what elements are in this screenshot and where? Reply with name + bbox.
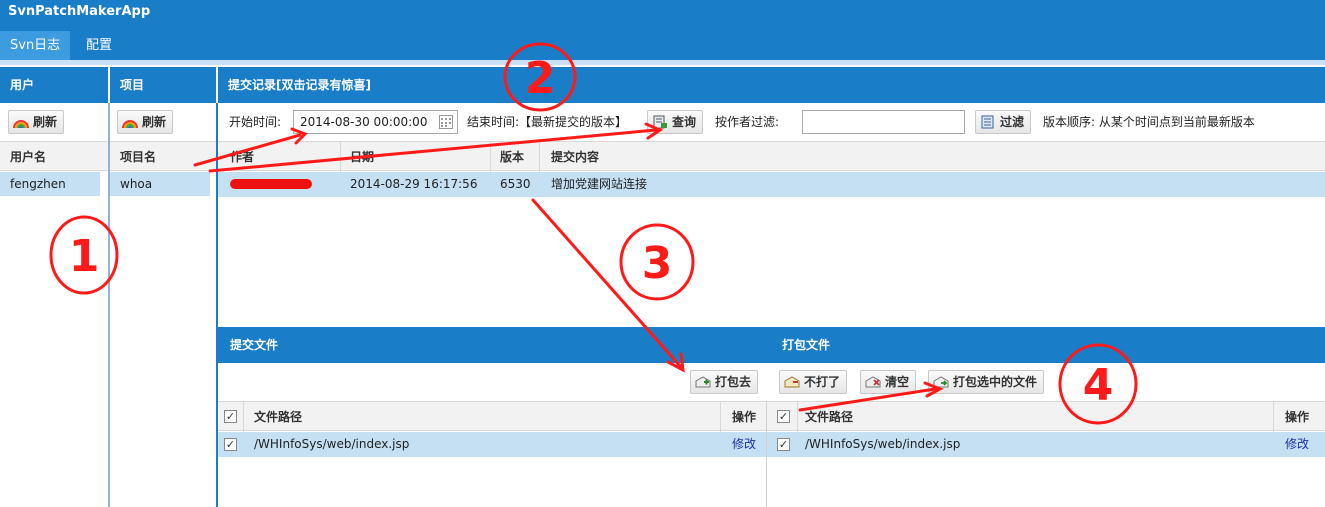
package-file-path: /WHInfoSys/web/index.jsp (805, 437, 961, 451)
annotation-number-3: 3 (642, 238, 673, 289)
package-to-label: 打包去 (715, 375, 752, 389)
package-go-icon (933, 376, 949, 388)
commit-revision: 6530 (500, 177, 531, 191)
commits-table-header: 作者 日期 版本 提交内容 (218, 141, 1325, 172)
col-divider (539, 142, 540, 172)
tab-config[interactable]: 配置 (76, 31, 123, 60)
col-divider (243, 402, 244, 432)
start-time-value: 2014-08-30 00:00:00 (300, 115, 428, 129)
col-revision: 版本 (500, 150, 525, 164)
commit-file-action-link[interactable]: 修改 (732, 432, 756, 456)
package-files-header: ✓ 文件路径 操作 (767, 401, 1325, 432)
filter-label: 过滤 (1000, 115, 1025, 129)
commit-message: 增加党建网站连接 (551, 177, 648, 191)
package-files-col-action: 操作 (1285, 410, 1310, 424)
commit-files-col-path: 文件路径 (254, 410, 303, 424)
projects-refresh-label: 刷新 (142, 115, 167, 129)
package-files-col-path: 文件路径 (805, 410, 854, 424)
projects-panel-title: 项目 (110, 67, 216, 103)
commit-files-col-action: 操作 (732, 410, 757, 424)
package-to-button[interactable]: 打包去 (690, 370, 759, 394)
users-panel-title: 用户 (0, 67, 108, 103)
commit-file-row[interactable]: ✓ /WHInfoSys/web/index.jsp 修改 (218, 432, 766, 457)
package-file-action-link[interactable]: 修改 (1285, 432, 1309, 456)
exclude-label: 不打了 (804, 375, 841, 389)
col-date: 日期 (350, 150, 375, 164)
commit-row[interactable]: 2014-08-29 16:17:56 6530 增加党建网站连接 (218, 172, 1325, 197)
clear-label: 清空 (885, 375, 910, 389)
commit-date: 2014-08-29 16:17:56 (350, 177, 478, 191)
project-item-whoa[interactable]: whoa (110, 172, 210, 196)
projects-refresh-button[interactable]: 刷新 (117, 110, 174, 134)
annotation-number-1: 1 (69, 231, 100, 282)
package-file-checkbox[interactable]: ✓ (777, 438, 790, 451)
users-refresh-button[interactable]: 刷新 (8, 110, 65, 134)
package-selected-button[interactable]: 打包选中的文件 (928, 370, 1045, 394)
package-selected-label: 打包选中的文件 (953, 375, 1038, 389)
package-files-select-all-checkbox[interactable]: ✓ (777, 410, 790, 423)
clear-icon (865, 376, 881, 388)
col-divider (797, 402, 798, 432)
package-files-title: 打包文件 (782, 338, 831, 352)
author-redacted (230, 179, 312, 189)
clear-button[interactable]: 清空 (860, 370, 917, 394)
commit-files-select-all-checkbox[interactable]: ✓ (224, 410, 237, 423)
query-button[interactable]: 查询 (647, 110, 704, 134)
users-refresh-label: 刷新 (33, 115, 58, 129)
package-remove-icon (784, 376, 800, 388)
start-time-label: 开始时间: (229, 115, 282, 129)
author-filter-input[interactable] (802, 110, 965, 134)
filter-button[interactable]: 过滤 (975, 110, 1032, 134)
users-column-header: 用户名 (0, 141, 108, 171)
exclude-button[interactable]: 不打了 (779, 370, 848, 394)
package-file-row[interactable]: ✓ /WHInfoSys/web/index.jsp 修改 (767, 432, 1325, 457)
commit-file-checkbox[interactable]: ✓ (224, 438, 237, 451)
col-divider (490, 142, 491, 172)
end-time-label: 结束时间:【最新提交的版本】 (467, 115, 628, 129)
app-title: SvnPatchMakerApp (0, 0, 1325, 26)
commit-file-path: /WHInfoSys/web/index.jsp (254, 437, 410, 451)
author-filter-label: 按作者过滤: (715, 115, 780, 129)
calendar-icon[interactable] (439, 115, 453, 129)
tab-bar: Svn日志 配置 (0, 26, 1325, 60)
col-message: 提交内容 (551, 150, 600, 164)
col-divider (1273, 402, 1274, 432)
package-add-icon (695, 376, 711, 388)
user-item-fengzhen[interactable]: fengzhen (0, 172, 100, 196)
col-divider (340, 142, 341, 172)
tab-svn-log[interactable]: Svn日志 (0, 31, 71, 60)
rainbow-icon (122, 120, 138, 129)
annotation-circle-3 (619, 223, 695, 301)
filter-icon (981, 115, 994, 129)
query-icon (653, 115, 667, 129)
col-divider (720, 402, 721, 432)
commit-files-title: 提交文件 (230, 338, 279, 352)
projects-column-header: 项目名 (110, 141, 216, 171)
start-time-input[interactable]: 2014-08-30 00:00:00 (293, 110, 458, 134)
tab-divider (0, 60, 1325, 65)
files-header-bar: 提交文件 打包文件 (218, 327, 1325, 363)
rainbow-icon (13, 120, 29, 129)
col-author: 作者 (230, 150, 255, 164)
query-label: 查询 (672, 115, 697, 129)
commit-files-header: ✓ 文件路径 操作 (218, 401, 766, 432)
version-order-label: 版本顺序: 从某个时间点到当前最新版本 (1043, 115, 1255, 129)
commits-panel-title: 提交记录[双击记录有惊喜] (218, 67, 1325, 103)
